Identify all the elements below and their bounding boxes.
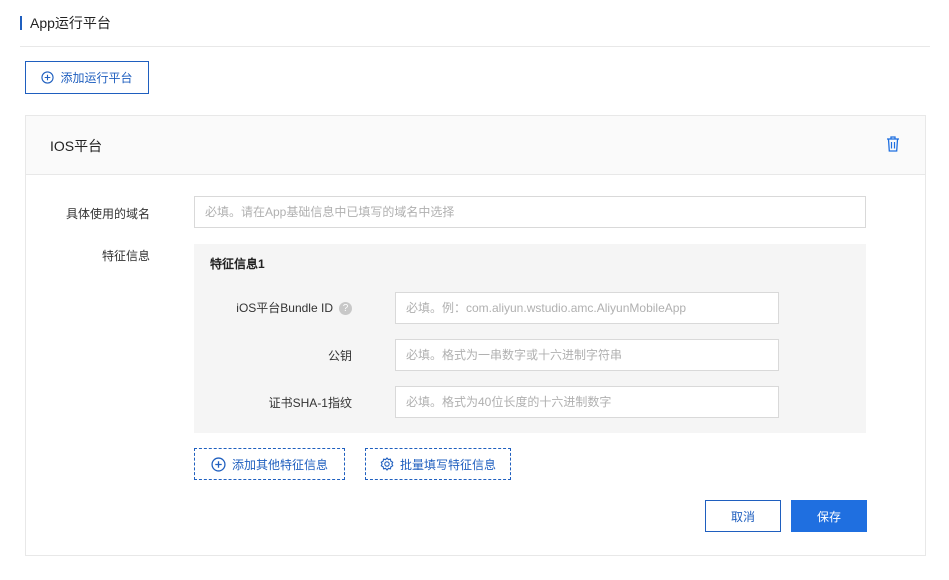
cancel-button[interactable]: 取消 xyxy=(705,500,781,532)
trash-icon[interactable] xyxy=(885,135,901,153)
feature-section-label: 特征信息 xyxy=(101,249,150,263)
feature-group-panel: 特征信息1 iOS平台Bundle ID? 公钥 证书SHA-1指纹 xyxy=(194,244,866,433)
platform-card-header: IOS平台 xyxy=(26,116,925,175)
public-key-label: 公钥 xyxy=(327,349,352,363)
bundle-id-input[interactable] xyxy=(395,292,779,324)
plus-circle-icon xyxy=(41,71,55,84)
batch-fill-label: 批量填写特征信息 xyxy=(399,457,496,472)
cert-sha1-input[interactable] xyxy=(395,386,779,418)
save-button[interactable]: 保存 xyxy=(791,500,867,532)
add-feature-label: 添加其他特征信息 xyxy=(231,457,328,472)
platform-card: IOS平台 具体使用的域名 特征信息 特征信息1 iOS平台Bundle ID?… xyxy=(25,115,926,556)
domain-label: 具体使用的域名 xyxy=(65,207,150,221)
page-header: App运行平台 xyxy=(20,12,111,34)
cert-sha1-label: 证书SHA-1指纹 xyxy=(268,396,352,410)
page-title: App运行平台 xyxy=(30,15,111,31)
add-platform-label: 添加运行平台 xyxy=(60,71,133,85)
question-circle-icon[interactable]: ? xyxy=(339,302,352,316)
bundle-id-label-text: iOS平台Bundle ID xyxy=(236,301,333,315)
add-platform-button[interactable]: 添加运行平台 xyxy=(25,61,149,94)
public-key-input[interactable] xyxy=(395,339,779,371)
plus-circle-icon xyxy=(211,456,226,472)
platform-title: IOS平台 xyxy=(50,138,103,154)
title-accent-bar xyxy=(20,16,22,30)
domain-input[interactable] xyxy=(194,196,866,228)
feature-group-title: 特征信息1 xyxy=(210,257,265,271)
header-divider xyxy=(20,46,930,47)
bundle-id-label: iOS平台Bundle ID? xyxy=(236,299,352,316)
gear-icon xyxy=(380,457,394,471)
add-feature-button[interactable]: 添加其他特征信息 xyxy=(194,448,345,480)
batch-fill-button[interactable]: 批量填写特征信息 xyxy=(365,448,511,480)
